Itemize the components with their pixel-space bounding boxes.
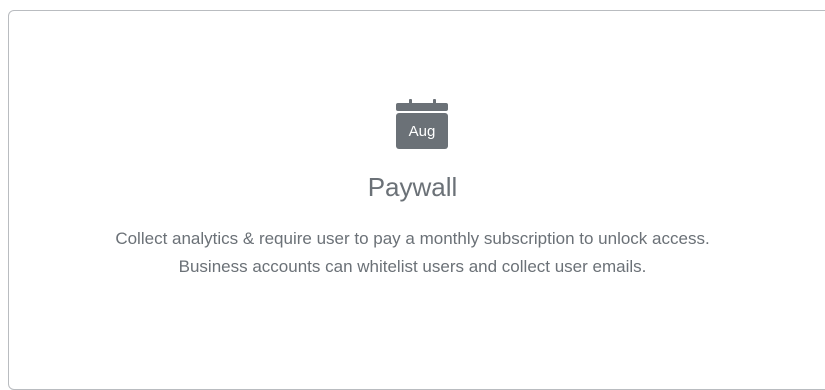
card-description: Collect analytics & require user to pay … [0, 225, 825, 281]
calendar-icon-label: Aug [409, 123, 436, 140]
card-description-line-1: Collect analytics & require user to pay … [115, 229, 710, 248]
card-description-line-2: Business accounts can whitelist users an… [178, 257, 647, 276]
card-title: Paywall [367, 172, 458, 202]
calendar-icon: Aug [396, 99, 448, 151]
